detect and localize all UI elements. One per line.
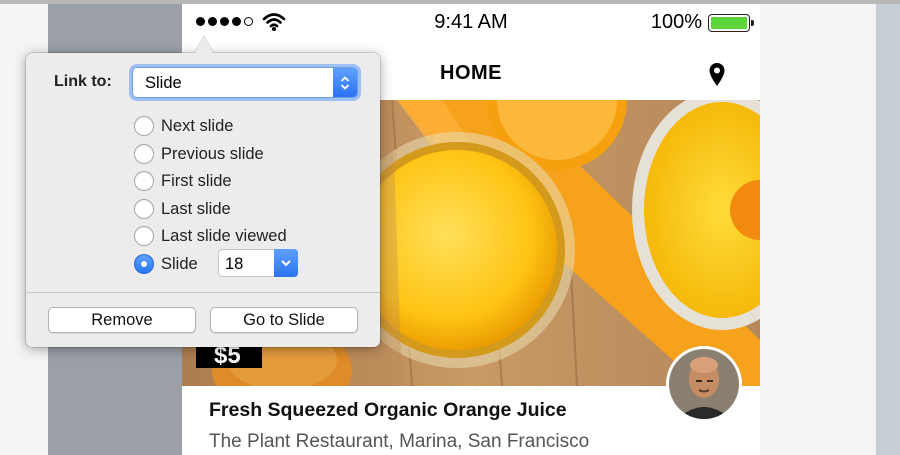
radio-previous-slide[interactable]: Previous slide xyxy=(134,143,264,165)
radio-next-slide[interactable]: Next slide xyxy=(134,115,233,137)
battery-percent: 100% xyxy=(650,11,702,33)
radio-button[interactable] xyxy=(134,199,154,219)
updown-chevron-icon xyxy=(333,68,357,97)
remove-button[interactable]: Remove xyxy=(48,307,196,333)
radio-label: Last slide viewed xyxy=(161,226,287,245)
radio-button[interactable] xyxy=(134,226,154,246)
item-title: Fresh Squeezed Organic Orange Juice xyxy=(209,399,567,421)
go-to-slide-button[interactable]: Go to Slide xyxy=(210,307,358,333)
chevron-down-icon xyxy=(274,249,298,277)
radio-slide[interactable]: Slide xyxy=(134,253,198,275)
item-subtitle: The Plant Restaurant, Marina, San Franci… xyxy=(209,431,590,452)
popover-arrow xyxy=(194,36,214,54)
status-bar: 9:41 AM 100% xyxy=(182,4,760,42)
radio-button[interactable] xyxy=(134,144,154,164)
link-to-select[interactable]: Slide xyxy=(132,67,358,98)
location-pin-icon[interactable] xyxy=(708,62,726,88)
radio-last-slide-viewed[interactable]: Last slide viewed xyxy=(134,225,287,247)
radio-first-slide[interactable]: First slide xyxy=(134,170,232,192)
right-panel xyxy=(760,4,876,455)
canvas-margin-right xyxy=(876,4,900,455)
radio-label: Next slide xyxy=(161,116,234,135)
slide-number-select[interactable]: 18 xyxy=(218,249,298,277)
radio-button[interactable] xyxy=(134,171,154,191)
avatar[interactable] xyxy=(666,346,742,422)
radio-label: Slide xyxy=(161,254,198,273)
radio-label: First slide xyxy=(161,171,232,190)
radio-label: Previous slide xyxy=(161,144,264,163)
radio-label: Last slide xyxy=(161,199,231,218)
link-to-value: Slide xyxy=(145,74,182,92)
slide-number-value: 18 xyxy=(225,255,244,273)
popover-divider xyxy=(26,292,380,293)
radio-button[interactable] xyxy=(134,116,154,136)
battery-icon xyxy=(708,14,754,32)
radio-button-selected[interactable] xyxy=(134,254,154,274)
link-popover: Link to: Slide Next slide Previous slide… xyxy=(26,36,380,347)
link-to-label: Link to: xyxy=(54,73,112,90)
radio-last-slide[interactable]: Last slide xyxy=(134,198,231,220)
